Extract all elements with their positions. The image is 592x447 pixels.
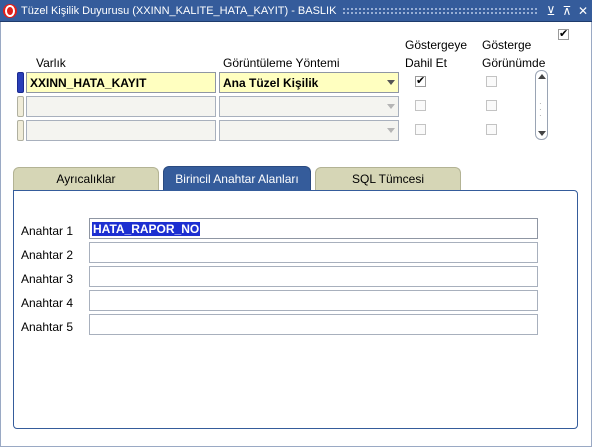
gorunum-checkbox[interactable]	[486, 76, 497, 87]
anahtar-2-field[interactable]	[89, 242, 538, 263]
yontem-header: Görüntüleme Yöntemi	[223, 56, 340, 70]
window-title: Tüzel Kişilik Duyurusu (XXINN_KALITE_HAT…	[21, 4, 337, 17]
anahtar-3-label: Anahtar 3	[21, 272, 74, 286]
rows-scrollbar[interactable]: · · ·	[535, 70, 548, 140]
maximize-icon[interactable]: ⊼	[560, 4, 574, 18]
anahtar-5-label: Anahtar 5	[21, 320, 74, 334]
anahtar-1-value: HATA_RAPOR_NO	[92, 222, 201, 236]
tab-ayricaliklar[interactable]: Ayrıcalıklar	[13, 167, 159, 190]
gorunum-header-line1: Gösterge	[482, 38, 532, 52]
tab-birincil-anahtar[interactable]: Birincil Anahtar Alanları	[163, 166, 311, 190]
chevron-down-icon[interactable]	[387, 80, 395, 85]
row-indicator[interactable]	[17, 120, 24, 141]
gorunum-header-line2: Görünümde	[482, 56, 546, 70]
anahtar-5-field[interactable]	[89, 314, 538, 335]
varlik-header: Varlık	[36, 56, 66, 70]
gorunum-checkbox[interactable]	[486, 124, 497, 135]
header-check-indicator	[558, 27, 569, 40]
chevron-down-icon[interactable]	[387, 128, 395, 133]
anahtar-4-field[interactable]	[89, 290, 538, 311]
tab-label: Birincil Anahtar Alanları	[175, 171, 299, 186]
scroll-up-icon[interactable]	[538, 74, 546, 79]
varlik-field[interactable]	[26, 120, 216, 141]
window-titlebar[interactable]: Tüzel Kişilik Duyurusu (XXINN_KALITE_HAT…	[0, 0, 592, 22]
anahtar-1-label: Anahtar 1	[21, 224, 74, 238]
varlik-field[interactable]	[26, 96, 216, 117]
anahtar-2-label: Anahtar 2	[21, 248, 74, 262]
dahil-checkbox[interactable]	[415, 74, 426, 87]
yontem-select[interactable]: Ana Tüzel Kişilik	[219, 72, 399, 93]
form-canvas: Varlık Görüntüleme Yöntemi Göstergeye Da…	[0, 22, 592, 447]
row-indicator[interactable]	[17, 96, 24, 117]
dahil-header-line1: Göstergeye	[405, 38, 468, 52]
tab-label: SQL Tümcesi	[351, 172, 425, 186]
varlik-field[interactable]: XXINN_HATA_KAYIT	[26, 72, 216, 93]
close-icon[interactable]: ✕	[576, 4, 590, 18]
yontem-value: Ana Tüzel Kişilik	[223, 76, 319, 90]
row-indicator-current[interactable]	[17, 72, 24, 93]
tab-label: Ayrıcalıklar	[56, 172, 116, 186]
dahil-header-line2: Dahil Et	[405, 56, 448, 70]
gorunum-checkbox[interactable]	[486, 100, 497, 111]
dahil-checkbox[interactable]	[415, 124, 426, 135]
chevron-down-icon[interactable]	[387, 104, 395, 109]
anahtar-4-label: Anahtar 4	[21, 296, 74, 310]
oracle-app-icon	[3, 3, 17, 18]
scroll-down-icon[interactable]	[538, 131, 546, 136]
scroll-grip-icon[interactable]: · · ·	[539, 100, 542, 120]
dahil-checkbox[interactable]	[415, 100, 426, 111]
minimize-icon[interactable]: ⊻	[544, 4, 558, 18]
yontem-select[interactable]	[219, 96, 399, 117]
anahtar-1-field[interactable]: HATA_RAPOR_NO	[89, 218, 538, 239]
yontem-select[interactable]	[219, 120, 399, 141]
tab-sql-tumcesi[interactable]: SQL Tümcesi	[315, 167, 461, 190]
varlik-value: XXINN_HATA_KAYIT	[30, 76, 147, 90]
titlebar-pattern	[342, 6, 538, 15]
anahtar-3-field[interactable]	[89, 266, 538, 287]
